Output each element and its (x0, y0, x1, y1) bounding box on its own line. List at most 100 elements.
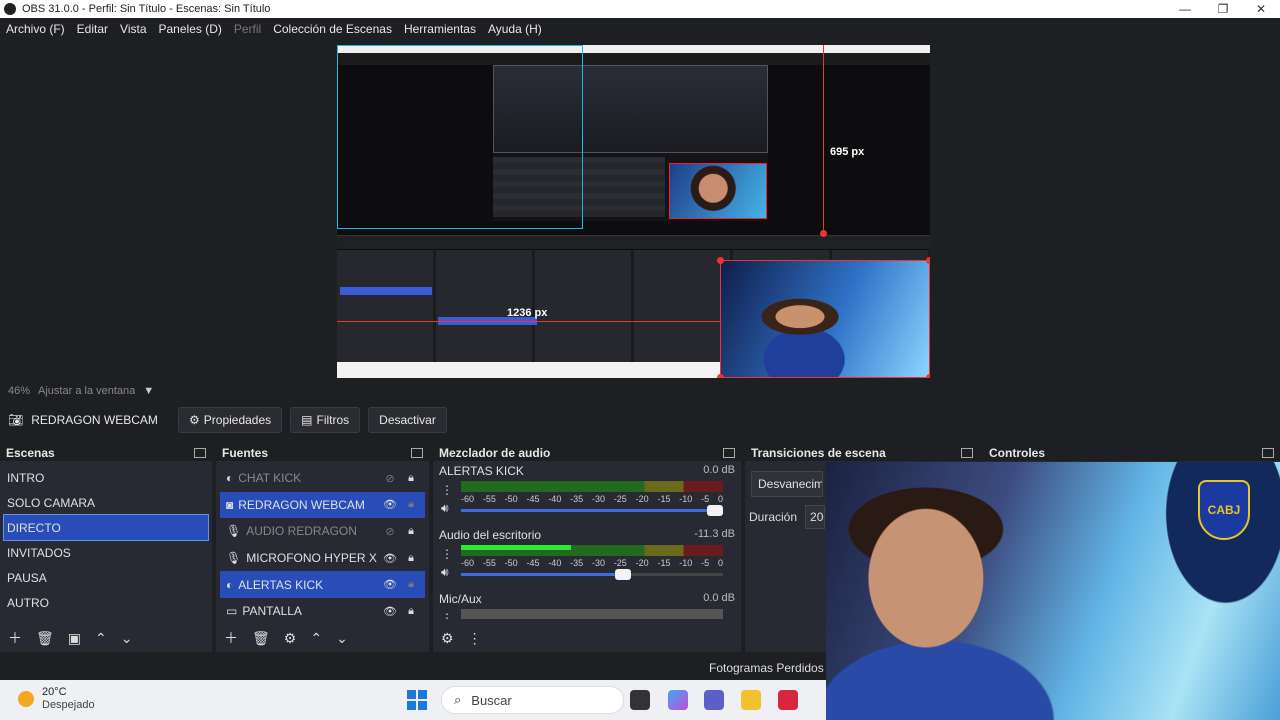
filters-button[interactable]: ▤ Filtros (290, 407, 361, 433)
eye-hidden-icon[interactable]: ⊘ (382, 472, 398, 485)
resize-handle[interactable] (926, 374, 930, 378)
resize-handle[interactable] (717, 257, 724, 264)
scene-item[interactable]: AUTRO (0, 590, 212, 615)
eye-hidden-icon[interactable]: ⊘ (382, 525, 398, 538)
source-item[interactable]: ▭ PANTALLA 👁︎ 🔒︎ (220, 598, 425, 625)
menu-vista[interactable]: Vista (114, 22, 152, 36)
undock-icon[interactable] (961, 447, 973, 458)
source-item[interactable]: 🎙︎ AUDIO REDRAGON ⊘ 🔒︎ (220, 518, 425, 545)
add-icon[interactable]: ＋ (224, 628, 238, 648)
eye-icon[interactable]: 👁︎ (382, 498, 398, 511)
source-item[interactable]: 🎙︎ MICROFONO HYPER X 👁︎ 🔒︎ (220, 545, 425, 572)
move-up-icon[interactable]: ⌃ (95, 630, 107, 647)
meter-scale: -60 -55 -50 -45 -40 -35 -30 -25 -20 -15 -10 -5 0 (461, 558, 723, 568)
menu-ayuda[interactable]: Ayuda (H) (482, 22, 548, 36)
scene-item-selected[interactable]: DIRECTO (3, 514, 209, 541)
lock-icon[interactable]: 🔒︎ (403, 552, 419, 565)
volume-fader[interactable] (461, 505, 724, 516)
lock-icon[interactable]: 🔒︎ (403, 605, 419, 618)
undock-icon[interactable] (723, 447, 735, 458)
preview-canvas[interactable]: 695 px 1236 px (337, 45, 930, 378)
move-up-icon[interactable]: ⌃ (310, 630, 322, 647)
gear-icon[interactable]: ⚙ (441, 630, 454, 647)
source-item[interactable]: ◐ CHAT KICK ⊘ 🔒︎ (220, 465, 425, 492)
cabj-badge-logo: CABJ (1198, 480, 1250, 540)
kebab-icon[interactable]: ⋮ (468, 630, 482, 647)
channel-name: Mic/Aux (439, 592, 482, 606)
speaker-icon[interactable]: 🔊︎ (441, 501, 449, 515)
fader-knob[interactable] (707, 505, 724, 516)
deactivate-button[interactable]: Desactivar (368, 407, 447, 433)
eye-icon[interactable]: 👁︎ (382, 552, 398, 565)
scene-item[interactable]: SOLO CAMARA (0, 490, 212, 515)
scene-item[interactable]: PAUSA (0, 565, 212, 590)
channel-db: 0.0 dB (703, 592, 735, 604)
controls-title: Controles (989, 445, 1046, 460)
lock-icon[interactable]: 🔒︎ (403, 498, 419, 511)
maximize-button[interactable]: ❐ (1204, 2, 1242, 16)
undock-icon[interactable] (194, 447, 206, 458)
scene-filters-icon[interactable]: ▣ (68, 630, 81, 647)
scale-tick: -40 (548, 558, 562, 568)
move-down-icon[interactable]: ⌄ (336, 630, 348, 647)
taskbar-search[interactable]: ⌕ Buscar (441, 686, 624, 714)
fader-knob[interactable] (615, 569, 632, 580)
move-down-icon[interactable]: ⌄ (121, 630, 133, 647)
source-item-selected[interactable]: ◐ ALERTAS KICK 👁︎ 🔒︎ (220, 571, 425, 598)
minimize-button[interactable]: — (1166, 2, 1204, 16)
menu-archivo[interactable]: Archivo (F) (0, 22, 71, 36)
screen-capture-bounding-box[interactable] (337, 45, 583, 229)
file-explorer-icon[interactable] (741, 690, 761, 710)
webcam-source-selected[interactable] (717, 257, 930, 378)
source-item-selected[interactable]: ◙ REDRAGON WEBCAM 👁︎ 🔒︎ (220, 491, 425, 519)
teams-icon[interactable] (704, 690, 724, 710)
microphone-icon: 🎙︎ (226, 551, 242, 566)
menu-perfil[interactable]: Perfil (228, 22, 267, 36)
trash-icon[interactable]: 🗑︎ (36, 630, 54, 647)
scene-item[interactable]: INVITADOS (0, 540, 212, 565)
nested-scene-highlight (340, 287, 432, 295)
task-view-icon[interactable] (630, 690, 650, 710)
zoom-mode-select[interactable]: Ajustar a la ventana (38, 385, 135, 397)
windows-start-icon[interactable] (407, 690, 427, 710)
app-icon[interactable] (778, 690, 798, 710)
resize-handle[interactable] (926, 257, 930, 264)
mixer-footer: ⚙ ⋮ (433, 624, 741, 652)
sources-footer: ＋ 🗑︎ ⚙ ⌃ ⌄ (216, 624, 429, 652)
gear-icon[interactable]: ⚙ (284, 630, 297, 647)
kebab-icon[interactable]: ⋮ (441, 483, 453, 497)
measure-handle[interactable] (820, 230, 827, 237)
lock-icon[interactable]: 🔒︎ (403, 472, 419, 485)
speaker-icon[interactable]: 🔊︎ (441, 565, 449, 579)
add-icon[interactable]: ＋ (8, 628, 22, 648)
trash-icon[interactable]: 🗑︎ (252, 630, 270, 647)
scale-tick: -50 (504, 494, 518, 504)
duration-label: Duración (749, 510, 798, 524)
scene-item[interactable]: INTRO (0, 465, 212, 490)
lock-icon[interactable]: 🔒︎ (403, 525, 419, 538)
kebab-icon[interactable]: ⋮ (441, 547, 453, 561)
duration-input[interactable]: 200 ms (805, 505, 826, 529)
eye-icon[interactable]: 👁︎ (382, 605, 398, 618)
scale-tick: -30 (591, 558, 605, 568)
menu-paneles[interactable]: Paneles (D) (153, 22, 228, 36)
transition-select[interactable]: Desvanecimiento (751, 471, 823, 497)
weather-widget[interactable]: 20°C Despejado (18, 686, 95, 711)
undock-icon[interactable] (411, 447, 423, 458)
properties-button[interactable]: ⚙ Propiedades (178, 407, 283, 433)
lock-icon[interactable]: 🔒︎ (403, 578, 419, 591)
eye-icon[interactable]: 👁︎ (382, 578, 398, 591)
volume-fader[interactable] (461, 569, 723, 580)
copilot-icon[interactable] (668, 690, 688, 710)
undock-icon[interactable] (1262, 447, 1274, 458)
menu-coleccion-escenas[interactable]: Colección de Escenas (267, 22, 398, 36)
scale-tick: -55 (482, 558, 496, 568)
menu-editar[interactable]: Editar (71, 22, 114, 36)
chevron-down-icon[interactable]: ▼ (143, 385, 154, 397)
kebab-icon[interactable]: ⋮ (441, 611, 453, 619)
resize-handle[interactable] (717, 374, 724, 378)
menu-herramientas[interactable]: Herramientas (398, 22, 482, 36)
measure-line-vertical (823, 45, 824, 233)
close-button[interactable]: ✕ (1242, 2, 1280, 16)
monitor-icon: ▭ (226, 604, 238, 619)
